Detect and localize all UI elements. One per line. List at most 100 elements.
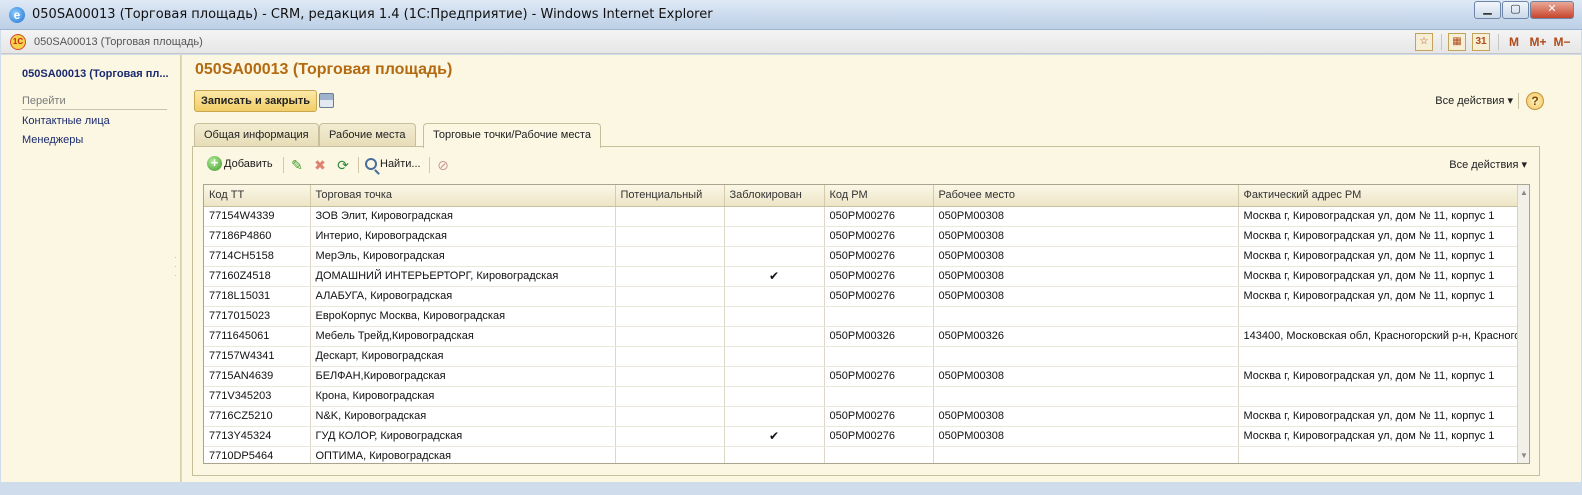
table-cell: ЕвроКорпус Москва, Кировоградская — [310, 306, 616, 327]
table-cell: 050PM00308 — [933, 206, 1239, 227]
find-button[interactable]: Найти... — [365, 158, 421, 170]
table-cell: 77157W4341 — [204, 346, 311, 367]
calculator-icon[interactable]: ▦ — [1448, 33, 1466, 51]
table-cell: 143400, Московская обл, Красногорский р-… — [1238, 326, 1521, 347]
table-row[interactable]: 771V345203 Крона, Кировоградская — [204, 386, 1521, 407]
table-cell: N&K, Кировоградская — [310, 406, 616, 427]
maximize-button[interactable]: ▢ — [1502, 1, 1529, 19]
window-title: 050SA00013 (Торговая площадь) - CRM, ред… — [32, 7, 713, 22]
find-label: Найти... — [380, 158, 421, 170]
scroll-down-icon[interactable]: ▼ — [1520, 451, 1528, 460]
memory-m-minus-button[interactable]: M− — [1553, 33, 1571, 51]
window-titlebar: e 050SA00013 (Торговая площадь) - CRM, р… — [0, 0, 1582, 30]
table-cell: 050PM00308 — [933, 406, 1239, 427]
minimize-button[interactable]: ▁ — [1474, 1, 1501, 19]
grid-all-actions-menu[interactable]: Все действия ▾ — [1449, 158, 1527, 171]
table-cell — [615, 386, 725, 407]
table-row[interactable]: 77160Z4518 ДОМАШНИЙ ИНТЕРЬЕРТОРГ, Кировог… — [204, 266, 1521, 287]
table-row[interactable]: 7710DP5464 ОПТИМА, Кировоградская — [204, 446, 1521, 463]
table-cell — [933, 346, 1239, 367]
cancel-search-icon[interactable]: ⊘ — [435, 157, 451, 173]
table-cell: 77160Z4518 — [204, 266, 311, 287]
window-bottom-border — [0, 482, 1582, 495]
table-cell: 771V345203 — [204, 386, 311, 407]
tab-points-workplaces[interactable]: Торговые точки/Рабочие места — [423, 123, 601, 148]
col-header-code-tt[interactable]: Код ТТ — [204, 185, 311, 207]
table-row[interactable]: 77157W4341 Дескарт, Кировоградская — [204, 346, 1521, 367]
help-icon[interactable]: ? — [1526, 92, 1544, 110]
save-and-close-button[interactable]: Записать и закрыть — [194, 90, 318, 112]
table-cell — [615, 426, 725, 447]
col-header-blocked[interactable]: Заблокирован — [724, 185, 825, 207]
table-row[interactable]: 7717015023 ЕвроКорпус Москва, Кировоградс… — [204, 306, 1521, 327]
table-header-row: Код ТТ Торговая точка Потенциальный Забл… — [204, 185, 1521, 207]
table-row[interactable]: 77154W4339 ЗОВ Элит, Кировоградская 050PM0… — [204, 206, 1521, 227]
table-cell: 050PM00276 — [824, 286, 934, 307]
divider — [1518, 93, 1519, 109]
memory-m-button[interactable]: M — [1505, 33, 1523, 51]
all-actions-menu[interactable]: Все действия ▾ — [1435, 94, 1513, 107]
memory-m-plus-button[interactable]: M+ — [1529, 33, 1547, 51]
table-cell — [724, 386, 825, 407]
table-row[interactable]: 7713Y45324 ГУД КОЛОР, Кировоградская ✔ 050P… — [204, 426, 1521, 447]
table-cell: 7715AN4639 — [204, 366, 311, 387]
tab-workplaces[interactable]: Рабочие места — [319, 123, 416, 147]
table-cell — [824, 306, 934, 327]
delete-x-icon[interactable]: ✖ — [312, 157, 328, 173]
app-tools: ☆ ▦ 31 M M+ M− — [1409, 33, 1571, 51]
col-header-potential[interactable]: Потенциальный — [615, 185, 725, 207]
favorites-star-icon[interactable]: ☆ — [1415, 33, 1433, 51]
table-row[interactable]: 7714CH5158 МерЭль, Кировоградская 050PM002… — [204, 246, 1521, 267]
1c-logo-icon: 1С — [10, 34, 26, 50]
refresh-icon[interactable]: ⟳ — [335, 157, 351, 173]
table-cell: Москва г, Кировоградская ул, дом № 11, к… — [1238, 206, 1521, 227]
table-row[interactable]: 7718L15031 АЛАБУГА, Кировоградская 050PM00… — [204, 286, 1521, 307]
divider — [1441, 34, 1442, 50]
table-row[interactable]: 77186P4860 Интерио, Кировоградская 050PM00… — [204, 226, 1521, 247]
table-cell: 77186P4860 — [204, 226, 311, 247]
nav-current-item[interactable]: 050SA00013 (Торговая пл... — [22, 68, 169, 80]
panel-resize-grip[interactable]: · · · — [174, 253, 177, 280]
table-cell — [724, 326, 825, 347]
tab-general-info[interactable]: Общая информация — [194, 123, 319, 147]
calendar-icon[interactable]: 31 — [1472, 33, 1490, 51]
table-cell: 050PM00308 — [933, 366, 1239, 387]
table-cell: 7713Y45324 — [204, 426, 311, 447]
table-cell: 7718L15031 — [204, 286, 311, 307]
points-table: Код ТТ Торговая точка Потенциальный Забл… — [203, 184, 1530, 464]
nav-link-contacts[interactable]: Контактные лица — [22, 115, 110, 127]
table-cell — [615, 206, 725, 227]
table-cell — [615, 326, 725, 347]
table-row[interactable]: 7715AN4639 БЕЛФАН,Кировоградская 050PM0027… — [204, 366, 1521, 387]
navigation-panel: 050SA00013 (Торговая пл... Перейти Конта… — [1, 55, 181, 482]
table-cell — [615, 246, 725, 267]
col-header-workplace[interactable]: Рабочее место — [933, 185, 1239, 207]
col-header-address[interactable]: Фактический адрес РМ — [1238, 185, 1521, 207]
table-cell: ✔ — [724, 266, 825, 287]
nav-go-heading: Перейти — [22, 95, 167, 110]
table-cell — [1238, 346, 1521, 367]
edit-pencil-icon[interactable]: ✎ — [289, 157, 305, 173]
table-cell: 050PM00276 — [824, 246, 934, 267]
table-cell — [724, 406, 825, 427]
vertical-scrollbar[interactable]: ▲ ▼ — [1517, 185, 1529, 463]
table-cell: 050PM00308 — [933, 246, 1239, 267]
table-cell: 050PM00326 — [824, 326, 934, 347]
table-cell: 050PM00276 — [824, 266, 934, 287]
table-cell — [1238, 306, 1521, 327]
divider — [358, 157, 359, 173]
nav-link-managers[interactable]: Менеджеры — [22, 134, 83, 146]
table-cell — [615, 346, 725, 367]
table-cell — [1238, 386, 1521, 407]
scroll-up-icon[interactable]: ▲ — [1520, 188, 1528, 197]
table-row[interactable]: 7711645061 Мебель Трейд,Кировоградская 050… — [204, 326, 1521, 347]
table-cell — [824, 346, 934, 367]
add-button[interactable]: + Добавить — [207, 156, 273, 171]
table-cell — [615, 366, 725, 387]
col-header-code-rm[interactable]: Код РМ — [824, 185, 934, 207]
table-row[interactable]: 7716CZ5210 N&K, Кировоградская 050PM00276 0… — [204, 406, 1521, 427]
save-disk-icon[interactable] — [319, 93, 334, 108]
close-button[interactable]: ✕ — [1530, 1, 1574, 19]
table-cell: Москва г, Кировоградская ул, дом № 11, к… — [1238, 246, 1521, 267]
col-header-point[interactable]: Торговая точка — [310, 185, 616, 207]
